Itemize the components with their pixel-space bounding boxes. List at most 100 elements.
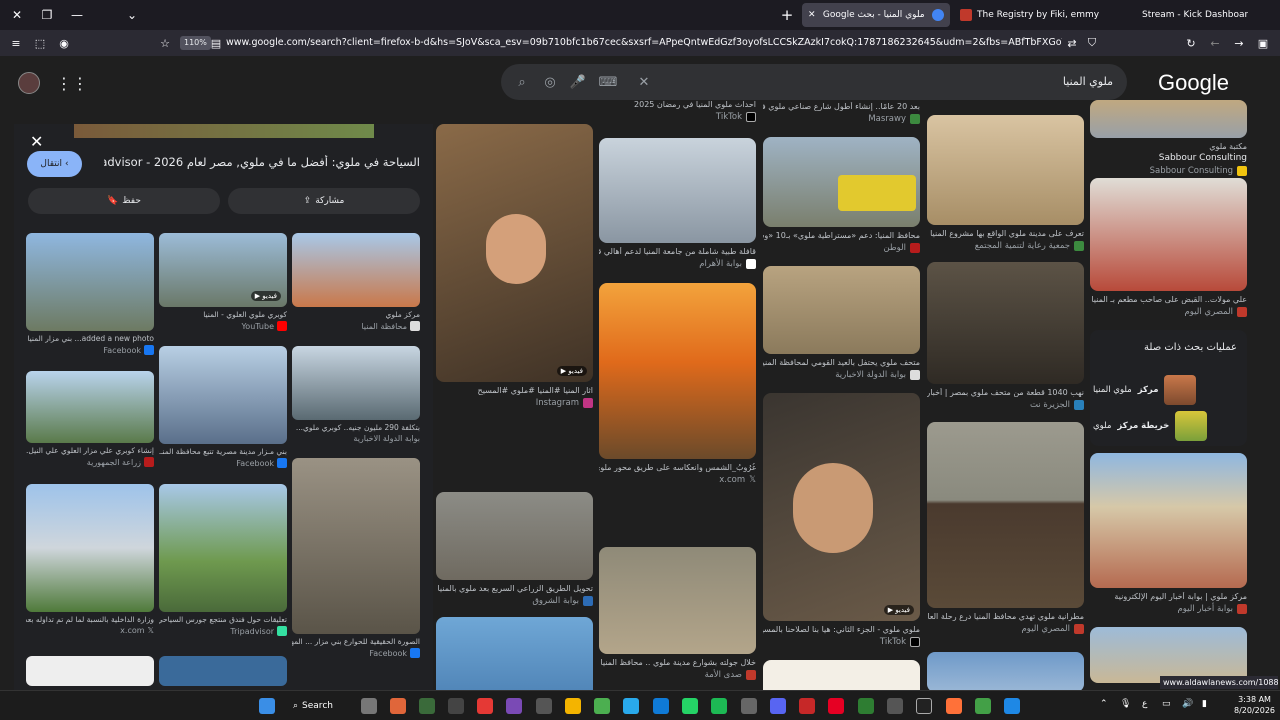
result-card[interactable]: بعد 20 عامًا.. إنشاء أطول شارع صناعي ملو… [763,102,920,124]
tray-chevron-icon[interactable]: ⌃ [1100,699,1108,709]
menu-icon[interactable]: ≡ [8,35,24,51]
forward-icon[interactable]: → [1231,35,1247,51]
panel-thumb[interactable]: ▶ فيديو كوبري ملوي العلوي - المنيا YouTu… [159,233,287,331]
url-bar[interactable]: www.google.com/search?client=firefox-b-d… [226,37,1062,50]
start-icon[interactable] [259,698,275,714]
clear-icon[interactable]: ✕ [635,73,653,91]
keyboard-icon[interactable]: ⌨ [599,73,618,91]
result-image[interactable] [763,660,920,690]
app-icon[interactable] [448,698,464,714]
thumb-image[interactable] [26,371,154,443]
google-logo[interactable]: Google [1158,70,1229,96]
result-card[interactable]: نهب 1040 قطعة من متحف ملوي بمصر | أخبار … [927,262,1084,410]
pinterest-icon[interactable] [828,698,844,714]
visit-button[interactable]: انتقال ‹ [27,151,82,177]
panel-thumb[interactable]: تعليقات حول فندق منتجع جورس السياحي... T… [159,484,287,636]
panel-thumb[interactable]: وزارة الداخلية بالنسبة لما لم تم تداوله … [26,484,154,635]
app-icon[interactable] [741,698,757,714]
shield-icon[interactable]: ⛉ [1084,35,1100,51]
result-card[interactable]: ▶ فيديو ملوي ملوي - الجزء الثاني: هيا بن… [763,393,920,647]
result-image[interactable] [927,262,1084,384]
language-icon[interactable]: ع [1142,699,1147,709]
system-clock[interactable]: 3:38 AM 8/20/2026 [1234,694,1275,716]
result-card[interactable]: مكتبة ملوي Sabbour Consulting Sabbour Co… [1090,100,1247,176]
app-icon[interactable] [1004,698,1020,714]
app-icon[interactable] [419,698,435,714]
result-image[interactable] [1090,100,1247,138]
result-card[interactable]: غُرُوبُ_الشمس وانعكاسه على طريق محور ملو… [599,283,756,485]
result-card[interactable]: خلال جولته بشوارع مدينة ملوي .. محافظ ال… [599,547,756,680]
search-box[interactable]: ⌕ ◎ 🎤 ⌨ ✕ ملوي المنيا [501,64,1127,100]
back-icon[interactable]: ← [1207,35,1223,51]
taskbar-search[interactable]: ⌕ Search [293,698,333,714]
panel-thumb[interactable]: مركز ملوي محافظة المنيا [292,233,420,331]
thumb-image[interactable] [159,346,287,444]
result-card[interactable]: مركز ملوي | بوابة أخبار اليوم الإلكتروني… [1090,453,1247,614]
microphone-icon[interactable]: 🎤 [569,73,587,91]
result-card[interactable]: ▶ فيديو اثار المنيا #المنيا #ملوي #المسي… [436,124,593,408]
app-icon[interactable] [975,698,991,714]
result-image[interactable] [763,266,920,354]
task-view-icon[interactable] [361,698,377,714]
opera-icon[interactable] [799,698,815,714]
panel-thumb[interactable]: إنشاء كوبري علي مزار العلوي علي النيل...… [26,371,154,467]
result-image[interactable]: ▶ فيديو [763,393,920,621]
result-image[interactable] [1090,453,1247,588]
account-icon[interactable]: ◉ [56,35,72,51]
app-icon[interactable] [916,698,932,714]
tab-registry[interactable]: The Registry by Fiki, emmy 🔊 [954,3,1100,27]
lens-icon[interactable]: ◎ [541,73,559,91]
result-card[interactable]: علي مولات.. القبض على صاحب مطعم بـ المني… [1090,178,1247,317]
close-window-icon[interactable]: ✕ [2,0,32,30]
result-image[interactable] [763,137,920,227]
panel-thumb[interactable]: الصورة الحقيقية للحوارع بني مزار ... الم… [292,458,420,658]
result-card[interactable]: مطرانية ملوي تهدي محافظ المنيا درع رحلة … [927,422,1084,634]
result-card[interactable]: قافلة طبية شاملة من جامعة المنيا لدعم أه… [599,138,756,269]
related-item[interactable]: خريطة مركز ملوي [1093,410,1243,442]
telegram-icon[interactable] [623,698,639,714]
tab-list-chevron-icon[interactable]: ⌄ [117,0,147,30]
tab-google-search[interactable]: ✕ ملوي المنيا - بحث Google [802,3,950,27]
panel-thumb[interactable]: بتكلفة 290 مليون جنيه.. كوبري ملوي... بو… [292,346,420,443]
result-image[interactable] [599,138,756,243]
result-image[interactable]: ▶ فيديو [436,124,593,382]
result-image[interactable] [927,422,1084,608]
thumb-image[interactable] [292,458,420,634]
panel-thumb[interactable]: added a new photo... بني مزار المنيا Fac… [26,233,154,355]
result-image[interactable] [599,547,756,654]
result-image[interactable] [1090,627,1247,683]
file-explorer-icon[interactable] [565,698,581,714]
spotify-icon[interactable] [711,698,727,714]
result-card[interactable] [927,652,1084,690]
tab-close-icon[interactable]: ✕ [808,10,816,20]
related-item[interactable]: مركز ملوي المنيا [1093,374,1243,406]
extensions-icon[interactable]: ⬚ [32,35,48,51]
app-icon[interactable] [390,698,406,714]
restore-icon[interactable]: ❐ [32,0,62,30]
thumb-image[interactable]: ▶ فيديو [159,233,287,307]
result-card[interactable]: محافظ المنيا: دعم «مستراطية ملوي» بـ10 «… [763,137,920,253]
discord-icon[interactable] [770,698,786,714]
thumb-image[interactable] [292,233,420,307]
save-button[interactable]: 🔖 حفظ [28,188,220,214]
firefox-icon[interactable] [946,698,962,714]
result-image[interactable] [436,492,593,580]
tab-kick-dashboard[interactable]: Stream - Kick Dashboard [1136,3,1248,27]
panel-thumb[interactable]: بني مـزار مدينة مصرية تتبع محافظة المنـ.… [159,346,287,468]
thumb-image[interactable] [26,656,154,686]
app-icon[interactable] [536,698,552,714]
reader-icon[interactable]: ⇄ [1064,35,1080,51]
result-card[interactable]: متحف ملوي يحتفل بالعيد القومي لمحافظة ال… [763,266,920,380]
thumb-image[interactable] [159,656,287,686]
chrome-icon[interactable] [477,698,493,714]
result-card[interactable] [436,617,593,690]
search-input[interactable]: ملوي المنيا [1063,75,1113,88]
reload-icon[interactable]: ↻ [1183,35,1199,51]
sidebar-icon[interactable]: ▣ [1255,35,1271,51]
thumb-image[interactable] [26,484,154,612]
whatsapp-icon[interactable] [682,698,698,714]
panel-thumb[interactable] [159,656,287,686]
apps-grid-icon[interactable]: ⋮⋮ [56,74,88,93]
zoom-level[interactable]: 110% [180,36,211,50]
thumb-image[interactable] [26,233,154,331]
